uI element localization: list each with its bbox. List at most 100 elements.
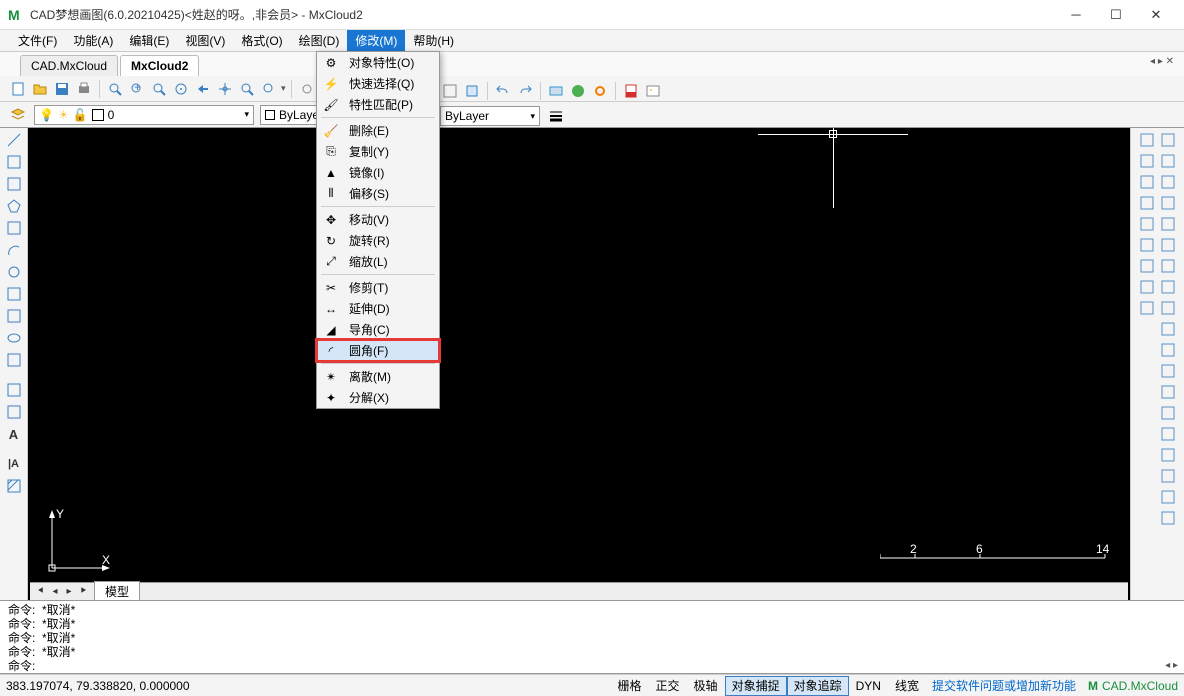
menu-item-trim[interactable]: ✂修剪(T) <box>317 277 439 298</box>
menu-item-fillet[interactable]: ◜圆角(F) <box>317 340 439 361</box>
menu-item-qselect[interactable]: ⚡快速选择(Q) <box>317 73 439 94</box>
tool-icon[interactable] <box>440 81 460 101</box>
menu-item-offset[interactable]: ⦀偏移(S) <box>317 183 439 204</box>
menu-1[interactable]: 功能(A) <box>65 30 121 51</box>
print-icon[interactable] <box>74 79 94 99</box>
dim6-icon[interactable] <box>1158 424 1178 444</box>
image-icon[interactable] <box>643 81 663 101</box>
move2-icon[interactable] <box>1158 151 1178 171</box>
menu-6[interactable]: 修改(M) <box>347 30 405 51</box>
circle-icon[interactable] <box>4 262 24 282</box>
menu-item-explode[interactable]: ✦分解(X) <box>317 387 439 408</box>
dim8-icon[interactable] <box>1158 466 1178 486</box>
regen-icon[interactable] <box>297 79 317 99</box>
mirror2-icon[interactable] <box>1158 214 1178 234</box>
copy3-icon[interactable] <box>1137 151 1157 171</box>
pline-icon[interactable] <box>4 174 24 194</box>
refresh-icon[interactable] <box>590 81 610 101</box>
menu-item-move[interactable]: ✥移动(V) <box>317 209 439 230</box>
status-toggle-0[interactable]: 栅格 <box>611 676 649 696</box>
menu-item-props[interactable]: ⚙对象特性(O) <box>317 52 439 73</box>
zoom-window-icon[interactable] <box>105 79 125 99</box>
tab-last-icon[interactable]: ⯈ <box>76 586 90 597</box>
zoom-in-icon[interactable]: + <box>127 79 147 99</box>
break2-icon[interactable] <box>1137 298 1157 318</box>
dim7-icon[interactable] <box>1158 445 1178 465</box>
menu-item-erase[interactable]: 🧹删除(E) <box>317 120 439 141</box>
status-toggle-6[interactable]: 线宽 <box>888 676 926 696</box>
ellipse-arc-icon[interactable] <box>4 350 24 370</box>
menu-item-extend[interactable]: ↔延伸(D) <box>317 298 439 319</box>
block-icon[interactable] <box>4 380 24 400</box>
cmd-scroll[interactable]: ◂ ▸ <box>1165 660 1178 671</box>
revcloud-icon[interactable] <box>4 284 24 304</box>
tab-prev-icon[interactable]: ◂ <box>48 586 62 597</box>
hatch-icon[interactable] <box>4 476 24 496</box>
zoom-prev-icon[interactable] <box>193 79 213 99</box>
zoom-center-icon[interactable] <box>171 79 191 99</box>
polygon-icon[interactable] <box>4 196 24 216</box>
zoom-all-icon[interactable] <box>259 79 279 99</box>
save-icon[interactable] <box>52 79 72 99</box>
menu-item-chamfer[interactable]: ◢导角(C) <box>317 319 439 340</box>
close-button[interactable]: ✕ <box>1136 1 1176 29</box>
command-window[interactable]: 命令: *取消*命令: *取消*命令: *取消*命令: *取消*命令:◂ ▸ <box>0 600 1184 674</box>
array-icon[interactable] <box>1137 214 1157 234</box>
menu-0[interactable]: 文件(F) <box>10 30 65 51</box>
menu-item-scale[interactable]: ⤢缩放(L) <box>317 251 439 272</box>
open-icon[interactable] <box>30 79 50 99</box>
linetype-selector[interactable]: ByLayer▾ <box>440 106 540 126</box>
menu-2[interactable]: 编辑(E) <box>121 30 177 51</box>
new-icon[interactable] <box>8 79 28 99</box>
status-toggle-2[interactable]: 极轴 <box>687 676 725 696</box>
zoom-realtime-icon[interactable] <box>237 79 257 99</box>
dim4-icon[interactable] <box>1158 382 1178 402</box>
tab-nav-controls[interactable]: ◂ ▸ ✕ <box>1150 56 1174 67</box>
copy2-icon[interactable] <box>1137 130 1157 150</box>
offset2-icon[interactable] <box>1137 235 1157 255</box>
win-icon[interactable] <box>1137 172 1157 192</box>
rotate2-icon[interactable] <box>1158 172 1178 192</box>
status-toggle-4[interactable]: 对象追踪 <box>787 676 849 696</box>
menu-5[interactable]: 绘图(D) <box>291 30 348 51</box>
layers-manager-icon[interactable] <box>8 105 28 125</box>
spline-icon[interactable] <box>4 306 24 326</box>
feedback-link[interactable]: 提交软件问题或增加新功能 <box>926 677 1082 694</box>
tool-icon[interactable] <box>462 81 482 101</box>
menu-7[interactable]: 帮助(H) <box>405 30 462 51</box>
status-toggle-5[interactable]: DYN <box>849 676 888 696</box>
maximize-button[interactable]: ☐ <box>1096 1 1136 29</box>
rect-icon[interactable] <box>4 218 24 238</box>
dim3-icon[interactable] <box>1158 361 1178 381</box>
menu-item-rotate[interactable]: ↻旋转(R) <box>317 230 439 251</box>
dropdown-arrow-icon[interactable]: ▾ <box>281 83 286 94</box>
menu-item-mirror[interactable]: ▲镜像(I) <box>317 162 439 183</box>
doc-tab[interactable]: MxCloud2 <box>120 55 199 76</box>
align-icon[interactable] <box>1158 298 1178 318</box>
menu-item-break[interactable]: ✴离散(M) <box>317 366 439 387</box>
trim2-icon[interactable] <box>1158 235 1178 255</box>
line-icon[interactable] <box>4 130 24 150</box>
scale2-icon[interactable] <box>1158 277 1178 297</box>
minimize-button[interactable]: ─ <box>1056 1 1096 29</box>
menu-4[interactable]: 格式(O) <box>233 30 290 51</box>
drawing-canvas[interactable]: YX 2 6 14 <box>28 128 1130 600</box>
dim2-icon[interactable] <box>1158 340 1178 360</box>
ellipse-icon[interactable] <box>4 328 24 348</box>
zoom-extents-icon[interactable] <box>149 79 169 99</box>
pan-icon[interactable] <box>215 79 235 99</box>
lineweight-icon[interactable] <box>546 106 566 126</box>
menu-item-match[interactable]: 🖌特性匹配(P) <box>317 94 439 115</box>
arc-icon[interactable] <box>4 240 24 260</box>
fillet2-icon[interactable] <box>1137 256 1157 276</box>
dim5-icon[interactable] <box>1158 403 1178 423</box>
dim1-icon[interactable] <box>1158 319 1178 339</box>
status-toggle-3[interactable]: 对象捕捉 <box>725 676 787 696</box>
tool-icon[interactable] <box>546 81 566 101</box>
point-icon[interactable] <box>4 402 24 422</box>
pdf-icon[interactable] <box>621 81 641 101</box>
stretch-icon[interactable] <box>1158 193 1178 213</box>
status-toggle-1[interactable]: 正交 <box>649 676 687 696</box>
tab-next-icon[interactable]: ▸ <box>62 586 76 597</box>
text-icon[interactable]: A <box>4 424 24 444</box>
